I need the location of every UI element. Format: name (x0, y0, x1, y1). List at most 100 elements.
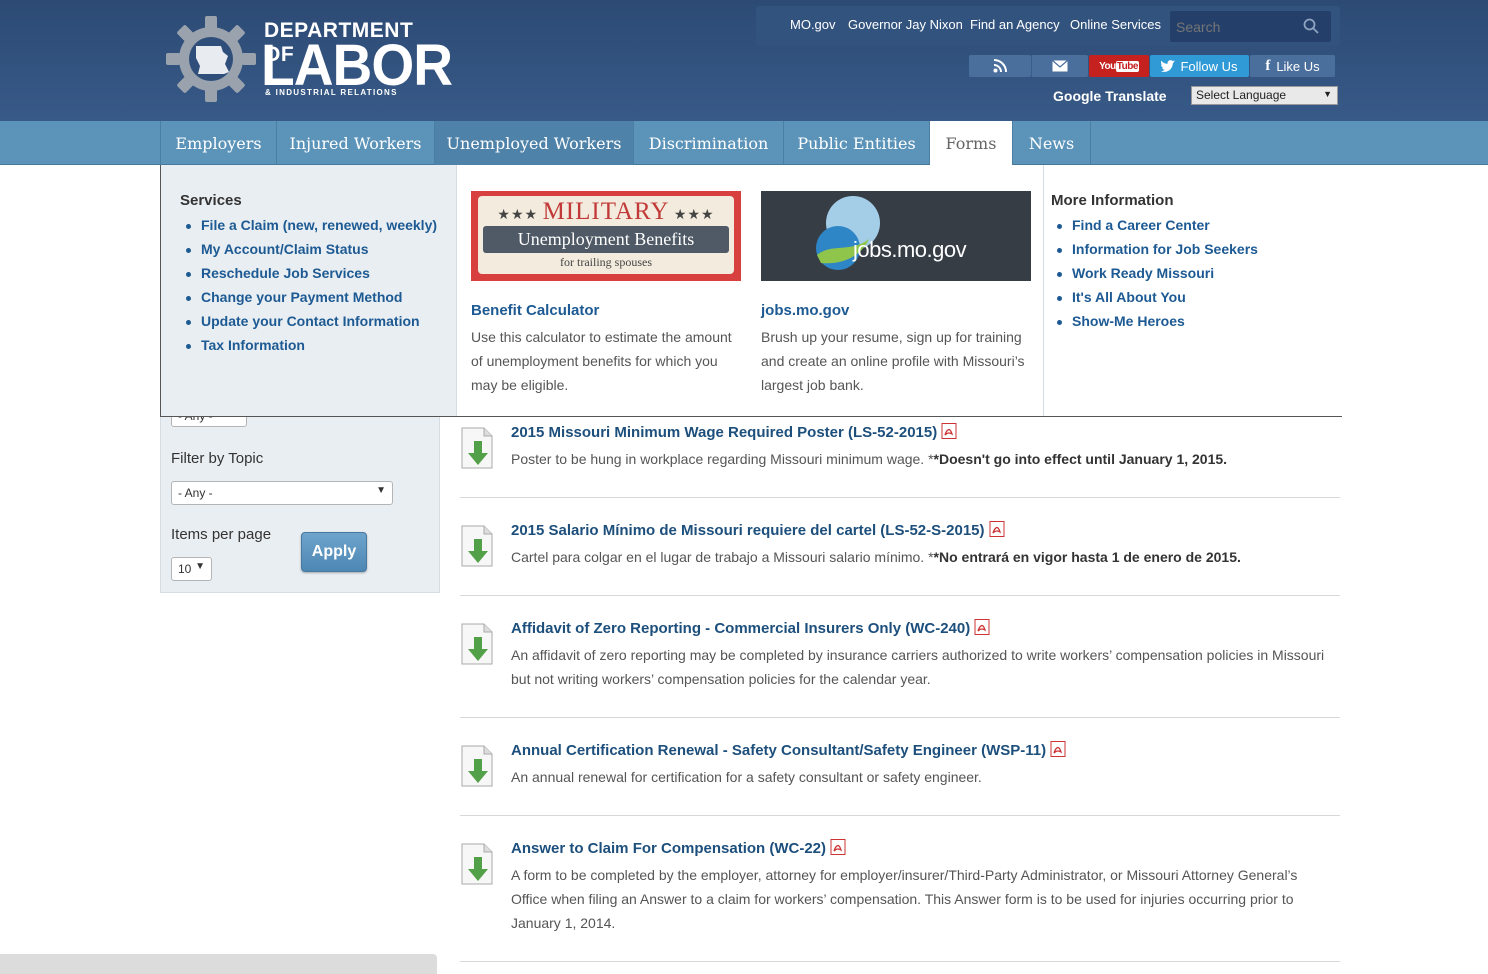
service-link-tax-info[interactable]: Tax Information (181, 337, 437, 361)
twitter-follow-button[interactable]: Follow Us (1150, 55, 1249, 77)
more-link-show-me-heroes[interactable]: Show-Me Heroes (1052, 313, 1258, 337)
pdf-icon[interactable] (941, 423, 957, 439)
link-governor[interactable]: Governor Jay Nixon (848, 17, 963, 32)
jobs-mo-gov-banner[interactable]: jobs.mo.gov (761, 191, 1031, 281)
form-title: 2015 Salario Mínimo de Missouri requiere… (511, 522, 985, 539)
service-link-contact-info[interactable]: Update your Contact Information (181, 313, 437, 337)
link-mo-gov[interactable]: MO.gov (790, 17, 836, 32)
benefit-calculator-link[interactable]: Benefit Calculator (471, 302, 599, 319)
form-description: An annual renewal for certification for … (511, 769, 982, 785)
services-heading: Services (180, 192, 242, 209)
language-select-value: Select Language (1196, 88, 1287, 102)
form-description: An affidavit of zero reporting may be co… (511, 647, 1325, 687)
stars-icon: ★★★ (497, 208, 543, 223)
rss-icon (993, 59, 1007, 73)
jobs-mo-gov-link[interactable]: jobs.mo.gov (761, 302, 849, 319)
tab-news[interactable]: News (1013, 121, 1091, 165)
tab-unemployed-workers[interactable]: Unemployed Workers (435, 121, 634, 165)
form-title-link[interactable]: 2015 Missouri Minimum Wage Required Post… (511, 423, 957, 441)
tab-forms[interactable]: Forms (930, 121, 1013, 165)
service-link-reschedule[interactable]: Reschedule Job Services (181, 265, 437, 289)
jobs-logo-icon (816, 196, 880, 270)
download-document-icon[interactable] (460, 843, 494, 885)
form-title: 2015 Missouri Minimum Wage Required Post… (511, 424, 938, 441)
more-information-column: More Information Find a Career Center In… (1043, 165, 1342, 416)
language-select[interactable]: Select Language ▼ (1191, 86, 1338, 105)
dropdown-arrow-icon: ▼ (1323, 89, 1332, 99)
service-link-payment-method[interactable]: Change your Payment Method (181, 289, 437, 313)
download-document-icon[interactable] (460, 623, 494, 665)
divider (460, 717, 1340, 718)
dropdown-arrow-icon: ▼ (376, 485, 386, 496)
form-note: *No entrará en vigor hasta 1 de enero de… (933, 549, 1241, 565)
form-title-link[interactable]: Answer to Claim For Compensation (WC-22) (511, 839, 846, 857)
military-benefits-banner[interactable]: ★★★ MILITARY ★★★ Unemployment Benefits f… (471, 191, 741, 281)
filter-topic-label: Filter by Topic (171, 450, 264, 467)
unemployed-workers-dropdown: Services File a Claim (new, renewed, wee… (160, 165, 1342, 417)
services-column: Services File a Claim (new, renewed, wee… (161, 165, 457, 416)
more-info-list: Find a Career Center Information for Job… (1052, 217, 1258, 337)
gear-icon (166, 16, 256, 102)
more-link-job-seekers[interactable]: Information for Job Seekers (1052, 241, 1258, 265)
tab-employers[interactable]: Employers (160, 121, 277, 165)
divider (460, 595, 1340, 596)
more-link-career-center[interactable]: Find a Career Center (1052, 217, 1258, 241)
twitter-icon (1161, 60, 1176, 72)
search-box (1170, 11, 1331, 42)
tab-injured-workers[interactable]: Injured Workers (277, 121, 435, 165)
pdf-icon[interactable] (974, 619, 990, 635)
email-button[interactable] (1031, 55, 1088, 77)
form-title-link[interactable]: Affidavit of Zero Reporting - Commercial… (511, 619, 990, 637)
benefit-calculator-text: Use this calculator to estimate the amou… (471, 329, 732, 393)
form-description: A form to be completed by the employer, … (511, 867, 1298, 931)
stars-icon: ★★★ (669, 208, 715, 223)
banner-title-row: ★★★ MILITARY ★★★ (471, 198, 741, 226)
department-logo[interactable]: DEPARTMENT OF LABOR & INDUSTRIAL RELATIO… (166, 16, 453, 102)
dropdown-arrow-icon: ▼ (195, 561, 205, 572)
rss-button[interactable] (969, 55, 1031, 77)
form-description-text: Cartel para colgar en el lugar de trabaj… (511, 549, 934, 565)
envelope-icon (1052, 60, 1068, 72)
filter-topic-value: - Any - (178, 486, 213, 500)
pdf-icon[interactable] (830, 839, 846, 855)
divider (460, 815, 1340, 816)
download-document-icon[interactable] (460, 427, 494, 469)
form-description-text: Poster to be hung in workplace regarding… (511, 451, 934, 467)
follow-us-label: Follow Us (1180, 58, 1238, 74)
service-link-file-claim[interactable]: File a Claim (new, renewed, weekly) (181, 217, 437, 241)
form-title-link[interactable]: Annual Certification Renewal - Safety Co… (511, 741, 1066, 759)
items-per-page-select[interactable]: 10 ▼ (171, 557, 212, 581)
items-per-page-value: 10 (178, 562, 192, 576)
link-online-services[interactable]: Online Services (1070, 17, 1161, 32)
form-title-link[interactable]: 2015 Salario Mínimo de Missouri requiere… (511, 521, 1005, 539)
google-translate-label: Google Translate (1053, 88, 1167, 104)
apply-button[interactable]: Apply (301, 532, 367, 572)
service-link-account-status[interactable]: My Account/Claim Status (181, 241, 437, 265)
pdf-icon[interactable] (1050, 741, 1066, 757)
form-description: Cartel para colgar en el lugar de trabaj… (511, 545, 1331, 569)
more-link-all-about-you[interactable]: It's All About You (1052, 289, 1258, 313)
search-input[interactable] (1170, 11, 1300, 42)
items-per-page-label: Items per page (171, 526, 272, 543)
more-link-work-ready[interactable]: Work Ready Missouri (1052, 265, 1258, 289)
search-icon[interactable] (1303, 18, 1319, 34)
youtube-icon: YouTube (1099, 60, 1139, 72)
link-find-agency[interactable]: Find an Agency (970, 17, 1060, 32)
youtube-button[interactable]: YouTube (1089, 55, 1149, 77)
banner-subtitle: Unemployment Benefits (483, 226, 729, 253)
download-document-icon[interactable] (460, 745, 494, 787)
pdf-icon[interactable] (989, 521, 1005, 537)
facebook-like-button[interactable]: f Like Us (1250, 55, 1335, 77)
filter-topic-select[interactable]: - Any - ▼ (171, 481, 393, 505)
divider (460, 961, 1340, 962)
divider (460, 497, 1340, 498)
footer-edge (0, 954, 437, 974)
download-document-icon[interactable] (460, 525, 494, 567)
like-us-label: Like Us (1276, 58, 1320, 74)
banner-small: for trailing spouses (560, 255, 652, 269)
main-nav: Employers Injured Workers Unemployed Wor… (0, 121, 1488, 165)
form-title: Answer to Claim For Compensation (WC-22) (511, 840, 827, 857)
tab-discrimination[interactable]: Discrimination (634, 121, 784, 165)
tab-public-entities[interactable]: Public Entities (784, 121, 930, 165)
services-list: File a Claim (new, renewed, weekly) My A… (181, 217, 437, 361)
